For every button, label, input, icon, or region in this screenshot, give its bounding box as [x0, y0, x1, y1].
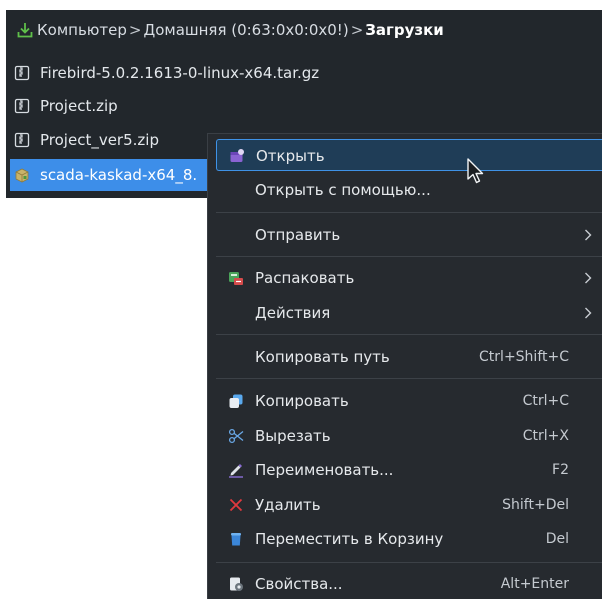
menu-separator: [216, 212, 602, 213]
archive-icon: [14, 98, 30, 114]
copy-icon: [229, 394, 243, 408]
menu-item-send[interactable]: Отправить: [216, 219, 602, 251]
menu-item-label: Переместить в Корзину: [255, 530, 444, 548]
chevron-right-icon: [585, 272, 592, 284]
menu-item-label: Удалить: [255, 496, 321, 514]
rename-icon: [229, 464, 243, 478]
trash-icon: [231, 533, 241, 546]
menu-item-copy-path[interactable]: Копировать путь Ctrl+Shift+C: [216, 341, 602, 373]
menu-item-label: Копировать: [255, 392, 349, 410]
package-icon: [15, 168, 29, 183]
menu-item-label: Отправить: [255, 226, 341, 244]
list-item[interactable]: Project.zip: [10, 90, 118, 122]
scissors-icon: [228, 428, 244, 444]
menu-item-shortcut: Shift+Del: [502, 497, 569, 513]
breadcrumb-downloads[interactable]: Загрузки: [365, 21, 444, 39]
list-item[interactable]: Firebird-5.0.2.1613-0-linux-x64.tar.gz: [10, 57, 319, 89]
menu-item-rename[interactable]: Переименовать... F2: [216, 454, 602, 486]
breadcrumb-separator: >: [128, 21, 142, 39]
chevron-right-icon: [585, 307, 592, 319]
archive-icon: [14, 132, 30, 148]
menu-item-label: Открыть: [256, 147, 325, 165]
menu-item-cut[interactable]: Вырезать Ctrl+X: [216, 420, 602, 452]
list-item[interactable]: Project_ver5.zip: [10, 124, 159, 156]
menu-item-shortcut: Ctrl+X: [522, 428, 569, 444]
extract-icon: [229, 272, 243, 285]
download-folder-icon: [17, 23, 33, 38]
breadcrumb-computer[interactable]: Компьютер: [37, 21, 127, 39]
menu-item-properties[interactable]: Свойства... Alt+Enter: [216, 568, 602, 599]
menu-item-copy[interactable]: Копировать Ctrl+C: [216, 385, 602, 417]
file-name: Project_ver5.zip: [40, 131, 159, 149]
screen: Компьютер > Домашняя (0:63:0x0:0x0!) > З…: [0, 0, 602, 599]
archive-icon: [14, 65, 30, 81]
menu-separator: [216, 256, 602, 257]
breadcrumb-home[interactable]: Домашняя (0:63:0x0:0x0!): [143, 21, 348, 39]
file-name: Firebird-5.0.2.1613-0-linux-x64.tar.gz: [40, 64, 320, 82]
menu-item-shortcut: Ctrl+Shift+C: [479, 349, 569, 365]
breadcrumb-separator: >: [350, 21, 364, 39]
context-menu: Открыть Открыть с помощью... Отправить Р…: [207, 133, 602, 599]
menu-item-shortcut: Del: [545, 531, 569, 547]
menu-separator: [216, 562, 602, 563]
menu-item-shortcut: Ctrl+C: [522, 393, 569, 409]
menu-item-shortcut: Alt+Enter: [500, 576, 569, 592]
menu-item-label: Действия: [255, 304, 331, 322]
mouse-cursor-icon: [467, 158, 484, 184]
menu-item-label: Вырезать: [255, 427, 331, 445]
menu-item-delete[interactable]: Удалить Shift+Del: [216, 489, 602, 521]
breadcrumb: Компьютер > Домашняя (0:63:0x0:0x0!) > З…: [6, 10, 602, 50]
menu-item-label: Переименовать...: [255, 461, 394, 479]
menu-item-actions[interactable]: Действия: [216, 297, 602, 329]
file-name: scada-kaskad-x64_8.: [40, 166, 198, 184]
properties-icon: [230, 577, 243, 591]
open-icon: [230, 149, 244, 162]
chevron-right-icon: [585, 229, 592, 241]
menu-item-label: Распаковать: [255, 269, 355, 287]
menu-item-label: Копировать путь: [255, 348, 390, 366]
delete-icon: [229, 498, 243, 512]
menu-separator: [216, 378, 602, 379]
menu-item-move-to-trash[interactable]: Переместить в Корзину Del: [216, 523, 602, 555]
menu-item-open[interactable]: Открыть: [216, 139, 602, 171]
menu-item-open-with[interactable]: Открыть с помощью...: [216, 174, 602, 206]
file-name: Project.zip: [40, 97, 118, 115]
list-item-selected[interactable]: scada-kaskad-x64_8.: [10, 159, 220, 191]
menu-separator: [216, 334, 602, 335]
menu-item-shortcut: F2: [552, 462, 569, 478]
menu-item-extract[interactable]: Распаковать: [216, 262, 602, 294]
menu-item-label: Открыть с помощью...: [255, 181, 431, 199]
menu-item-label: Свойства...: [255, 575, 343, 593]
